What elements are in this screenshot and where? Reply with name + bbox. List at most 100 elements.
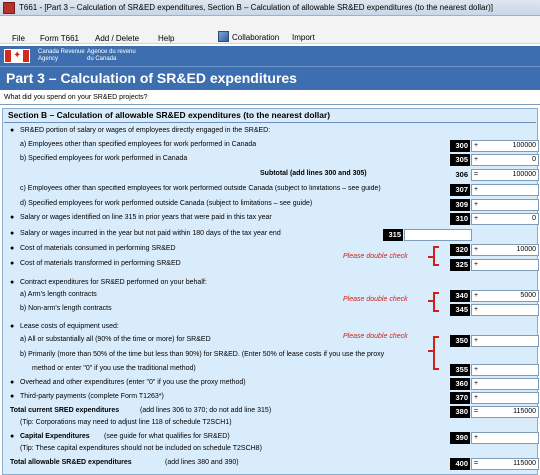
- line-350-label: a) All or substantially all (90% of the …: [20, 336, 211, 343]
- line-306-label: Subtotal (add lines 300 and 305): [260, 170, 367, 177]
- line-310-row: ● Salary or wages identified on line 315…: [0, 213, 540, 225]
- line-390-tip: (Tip: These capital expenditures should …: [20, 445, 262, 452]
- line-355-input[interactable]: +: [471, 364, 539, 376]
- line-309-code: 309: [450, 199, 470, 211]
- contract-intro-row: ● Contract expenditures for SR&ED perfor…: [10, 279, 207, 286]
- line-320-input[interactable]: +10000: [471, 244, 539, 256]
- salary-intro-label: SR&ED portion of salary or wages of empl…: [20, 127, 271, 134]
- line-355-row-2: method or enter "0" if you use the tradi…: [0, 364, 540, 376]
- line-320-code: 320: [450, 244, 470, 256]
- line-400-row: Total allowable SR&ED expenditures (add …: [0, 458, 540, 470]
- collaboration-icon[interactable]: [218, 31, 229, 42]
- canada-flag-icon: ✦: [4, 49, 30, 63]
- line-309-input[interactable]: +: [471, 199, 539, 211]
- line-315-input[interactable]: [404, 229, 472, 241]
- line-380-code: 380: [450, 406, 470, 418]
- line-370-input[interactable]: +: [471, 392, 539, 404]
- line-340-input[interactable]: +5000: [471, 290, 539, 302]
- line-400-code: 400: [450, 458, 470, 470]
- contract-intro-label: Contract expenditures for SR&ED performe…: [20, 279, 207, 286]
- line-360-row: ● Overhead and other expenditures (enter…: [0, 378, 540, 390]
- line-345-code: 345: [450, 304, 470, 316]
- agency-name-en: Canada Revenue Agency: [38, 49, 85, 62]
- line-325-row: ● Cost of materials transformed in perfo…: [0, 259, 540, 271]
- line-305-input[interactable]: +0: [471, 154, 539, 166]
- window-title: T661 - [Part 3 – Calculation of SR&ED ex…: [19, 3, 494, 12]
- line-350-row: a) All or substantially all (90% of the …: [0, 335, 540, 347]
- line-390-note: (see guide for what qualifies for SR&ED): [104, 433, 230, 440]
- line-400-output: = 115000: [471, 458, 539, 470]
- line-306-code: 306: [455, 170, 468, 179]
- menu-import[interactable]: Import: [292, 33, 315, 42]
- menu-form-t661[interactable]: Form T661: [40, 34, 79, 43]
- line-300-row: a) Employees other than specified employ…: [0, 140, 540, 152]
- line-325-code: 325: [450, 259, 470, 271]
- salary-intro-row: ● SR&ED portion of salary or wages of em…: [10, 127, 271, 134]
- line-340-label: a) Arm's length contracts: [20, 291, 97, 298]
- line-350-code: 350: [450, 335, 470, 347]
- warning-contracts: Please double check: [343, 296, 408, 303]
- line-309-label: d) Specified employees for work performe…: [20, 200, 313, 207]
- page-title: Part 3 – Calculation of SR&ED expenditur…: [6, 70, 297, 86]
- page-prompt: What did you spend on your SR&ED project…: [4, 94, 148, 101]
- line-380-tip-row: (Tip: Corporations may need to adjust li…: [0, 418, 540, 430]
- line-307-code: 307: [450, 184, 470, 196]
- line-305-code: 305: [450, 154, 470, 166]
- line-360-code: 360: [450, 378, 470, 390]
- line-390-code: 390: [450, 432, 470, 444]
- agency-name-fr: Agence du revenu du Canada: [87, 49, 136, 62]
- app-icon: [3, 1, 15, 14]
- menu-add-delete[interactable]: Add / Delete: [95, 34, 139, 43]
- line-390-input[interactable]: +: [471, 432, 539, 444]
- line-380-output: = 115000: [471, 406, 539, 418]
- line-360-input[interactable]: +: [471, 378, 539, 390]
- menu-file[interactable]: File: [12, 34, 25, 43]
- line-380-label: Total current SRED expenditures: [10, 407, 120, 414]
- line-370-code: 370: [450, 392, 470, 404]
- line-355-row-1: b) Primarily (more than 50% of the time …: [0, 350, 540, 362]
- line-306-row: Subtotal (add lines 300 and 305) 306 = 10…: [0, 169, 540, 181]
- line-325-input[interactable]: +: [471, 259, 539, 271]
- line-370-label: Third-party payments (complete Form T126…: [20, 393, 164, 400]
- line-390-label: Capital Expenditures: [20, 433, 90, 440]
- menu-collaboration[interactable]: Collaboration: [232, 33, 279, 42]
- line-340-code: 340: [450, 290, 470, 302]
- line-400-note: (add lines 380 and 390): [165, 459, 239, 466]
- section-divider: [4, 122, 536, 123]
- line-390-tip-row: (Tip: These capital expenditures should …: [0, 444, 540, 456]
- line-360-label: Overhead and other expenditures (enter "…: [20, 379, 246, 386]
- line-306-output: = 100000: [471, 169, 539, 181]
- line-315-label: Salary or wages incurred in the year but…: [20, 230, 281, 237]
- line-310-input[interactable]: +0: [471, 213, 539, 225]
- line-320-row: ● Cost of materials consumed in performi…: [0, 244, 540, 256]
- warning-bracket-tick-contracts: [428, 300, 433, 302]
- divider: [0, 104, 540, 105]
- page-header: Part 3 – Calculation of SR&ED expenditur…: [0, 66, 540, 90]
- line-307-label: c) Employees other than specified employ…: [20, 185, 381, 192]
- line-307-row: c) Employees other than specified employ…: [0, 184, 540, 196]
- section-title: Section B – Calculation of allowable SR&…: [8, 110, 331, 120]
- line-305-row: b) Specified employees for work performe…: [0, 154, 540, 166]
- line-315-row: ● Salary or wages incurred in the year b…: [0, 229, 540, 241]
- agency-banner: ✦ Canada Revenue Agency Agence du revenu d…: [0, 46, 540, 66]
- warning-bracket-materials: [433, 246, 439, 266]
- line-300-input[interactable]: +100000: [471, 140, 539, 152]
- line-309-row: d) Specified employees for work performe…: [0, 199, 540, 211]
- line-345-row: b) Non-arm's length contracts 345 +: [0, 304, 540, 316]
- line-307-input[interactable]: +: [471, 184, 539, 196]
- warning-bracket-tick-materials: [428, 256, 433, 258]
- line-355-code: 355: [450, 364, 470, 376]
- line-370-row: ● Third-party payments (complete Form T1…: [0, 392, 540, 404]
- line-380-tip: (Tip: Corporations may need to adjust li…: [20, 419, 232, 426]
- line-345-input[interactable]: +: [471, 304, 539, 316]
- line-380-note: (add lines 306 to 370; do not add line 3…: [140, 407, 272, 414]
- line-400-label: Total allowable SR&ED expenditures: [10, 459, 132, 466]
- menu-bar: File Form T661 Add / Delete Help Collabo…: [0, 16, 540, 44]
- warning-materials: Please double check: [343, 253, 408, 260]
- line-320-label: Cost of materials consumed in performing…: [20, 245, 176, 252]
- line-310-code: 310: [450, 213, 470, 225]
- line-300-code: 300: [450, 140, 470, 152]
- menu-help[interactable]: Help: [158, 34, 174, 43]
- line-350-input[interactable]: +: [471, 335, 539, 347]
- line-355-label-1: b) Primarily (more than 50% of the time …: [20, 351, 385, 358]
